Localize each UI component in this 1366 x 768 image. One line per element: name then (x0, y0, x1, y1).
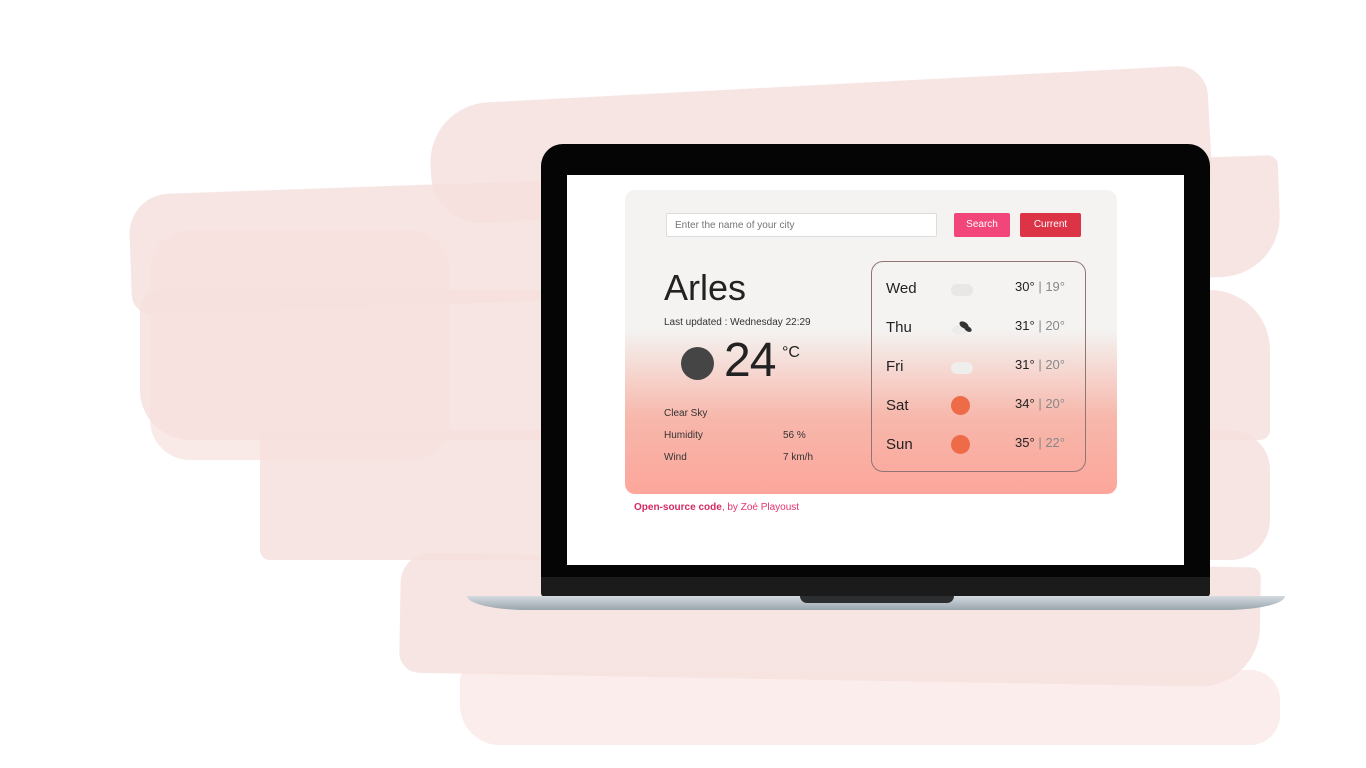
open-source-link[interactable]: Open-source code (634, 502, 722, 513)
forecast-min: 20° (1045, 318, 1065, 333)
last-updated: Last updated : Wednesday 22:29 (664, 317, 811, 328)
laptop-notch (800, 596, 954, 603)
forecast-day: Wed (886, 280, 917, 297)
laptop-chin (541, 577, 1210, 597)
forecast-temps: 34° | 20° (1015, 396, 1065, 411)
forecast-row: Sun 35° | 22° (872, 429, 1087, 459)
sun-icon (951, 396, 971, 416)
forecast-min: 19° (1045, 279, 1065, 294)
forecast-separator: | (1034, 318, 1046, 333)
weather-description: Clear Sky (664, 408, 708, 419)
background-brush-stroke (460, 670, 1280, 745)
city-name: Arles (664, 267, 747, 308)
forecast-day: Thu (886, 319, 912, 336)
city-search-input[interactable] (666, 213, 937, 237)
forecast-panel: Wed 30° | 19° Thu 31° | 20° Fri 31° | 20… (871, 261, 1086, 472)
author-credit: , by Zoé Playoust (721, 502, 800, 513)
forecast-row: Wed 30° | 19° (872, 273, 1087, 303)
humidity-value: 56 % (783, 430, 806, 441)
forecast-min: 20° (1045, 396, 1065, 411)
forecast-day: Sun (886, 436, 913, 453)
forecast-row: Sat 34° | 20° (872, 390, 1087, 420)
background-brush-stroke (150, 230, 450, 460)
forecast-max: 35° (1015, 435, 1035, 450)
wind-label: Wind (664, 452, 687, 463)
temperature-unit[interactable]: °C (782, 344, 800, 362)
forecast-temps: 31° | 20° (1015, 357, 1065, 372)
weather-card: Search Current Arles Last updated : Wedn… (625, 190, 1117, 494)
current-location-button[interactable]: Current (1020, 213, 1081, 237)
forecast-separator: | (1034, 435, 1046, 450)
cloud-icon (951, 357, 973, 377)
forecast-separator: | (1034, 396, 1046, 411)
forecast-row: Thu 31° | 20° (872, 312, 1087, 342)
forecast-max: 34° (1015, 396, 1035, 411)
forecast-day: Fri (886, 358, 904, 375)
forecast-min: 20° (1045, 357, 1065, 372)
forecast-temps: 31° | 20° (1015, 318, 1065, 333)
current-temperature: 24 (724, 334, 776, 387)
search-button[interactable]: Search (954, 213, 1010, 237)
humidity-label: Humidity (664, 430, 703, 441)
broken-clouds-icon (951, 318, 972, 338)
clear-sky-icon (681, 347, 714, 380)
forecast-day: Sat (886, 397, 909, 414)
wind-value: 7 km/h (783, 452, 814, 463)
forecast-row: Fri 31° | 20° (872, 351, 1087, 381)
page: Search Current Arles Last updated : Wedn… (0, 0, 1366, 768)
footer-credit: Open-source code, by Zoé Playoust (634, 502, 799, 513)
cloud-icon (951, 279, 973, 299)
forecast-separator: | (1034, 279, 1046, 294)
sun-icon (951, 435, 971, 455)
forecast-max: 30° (1015, 279, 1035, 294)
forecast-min: 22° (1045, 435, 1065, 450)
forecast-temps: 30° | 19° (1015, 279, 1065, 294)
forecast-max: 31° (1015, 357, 1035, 372)
forecast-temps: 35° | 22° (1015, 435, 1065, 450)
forecast-separator: | (1034, 357, 1046, 372)
forecast-max: 31° (1015, 318, 1035, 333)
